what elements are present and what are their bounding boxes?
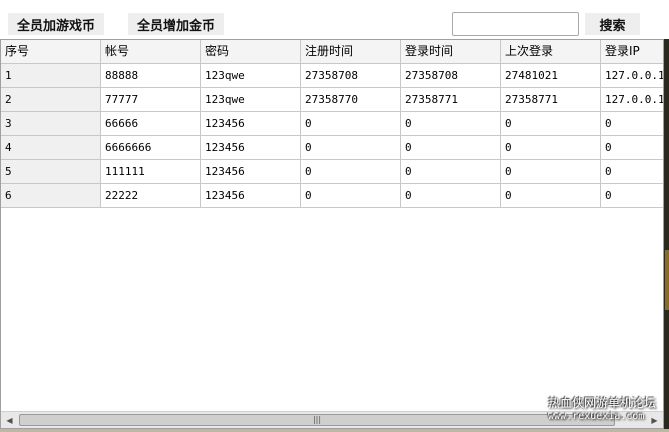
column-header-login-ip[interactable]: 登录IP xyxy=(601,40,663,64)
account-table: 序号 帐号 密码 注册时间 登录时间 上次登录 登录IP 1 88888 123qw… xyxy=(0,39,664,429)
row-index-cell[interactable]: 5 xyxy=(1,160,101,184)
table-cell[interactable]: 0 xyxy=(501,112,601,136)
table-cell[interactable]: 123qwe xyxy=(201,64,301,88)
watermark-url: www.rexuexia.com xyxy=(548,411,645,422)
table-cell[interactable]: 88888 xyxy=(101,64,201,88)
table-cell[interactable]: 0 xyxy=(501,136,601,160)
table-cell[interactable]: 127.0.0.1 xyxy=(601,64,663,88)
add-game-coin-button[interactable]: 全员加游戏币 xyxy=(8,13,104,35)
row-index-cell[interactable]: 4 xyxy=(1,136,101,160)
background-edge xyxy=(664,39,669,432)
table-cell[interactable]: 27358708 xyxy=(401,64,501,88)
table-cell[interactable]: 0 xyxy=(501,160,601,184)
table-cell[interactable]: 0 xyxy=(301,136,401,160)
toolbar: 全员加游戏币 全员增加金币 搜索 xyxy=(0,0,669,40)
row-index-cell[interactable]: 2 xyxy=(1,88,101,112)
add-gold-button[interactable]: 全员增加金币 xyxy=(128,13,224,35)
table-cell[interactable]: 127.0.0.1 xyxy=(601,88,663,112)
table-cell[interactable]: 0 xyxy=(401,112,501,136)
row-index-cell[interactable]: 3 xyxy=(1,112,101,136)
table-cell[interactable]: 6666666 xyxy=(101,136,201,160)
table-cell[interactable]: 27358770 xyxy=(301,88,401,112)
column-header-password[interactable]: 密码 xyxy=(201,40,301,64)
table-cell[interactable]: 0 xyxy=(401,160,501,184)
table-cell[interactable]: 77777 xyxy=(101,88,201,112)
table-row[interactable]: 5 111111 123456 0 0 0 0 xyxy=(1,160,663,184)
table-cell[interactable]: 0 xyxy=(501,184,601,208)
row-index-cell[interactable]: 1 xyxy=(1,64,101,88)
table-cell[interactable]: 66666 xyxy=(101,112,201,136)
table-cell[interactable]: 0 xyxy=(401,184,501,208)
table-cell[interactable]: 123qwe xyxy=(201,88,301,112)
table-cell[interactable]: 0 xyxy=(601,184,663,208)
column-header-last-login[interactable]: 上次登录 xyxy=(501,40,601,64)
table-cell[interactable]: 27358708 xyxy=(301,64,401,88)
table-cell[interactable]: 0 xyxy=(401,136,501,160)
table-cell[interactable]: 0 xyxy=(601,112,663,136)
table-row[interactable]: 6 22222 123456 0 0 0 0 xyxy=(1,184,663,208)
table-cell[interactable]: 0 xyxy=(301,160,401,184)
table-row[interactable]: 1 88888 123qwe 27358708 27358708 27481021 127.… xyxy=(1,64,663,88)
table-row[interactable]: 4 6666666 123456 0 0 0 0 xyxy=(1,136,663,160)
table-cell[interactable]: 123456 xyxy=(201,112,301,136)
table-header-row: 序号 帐号 密码 注册时间 登录时间 上次登录 登录IP xyxy=(1,40,663,64)
table-cell[interactable]: 0 xyxy=(601,136,663,160)
table-grid: 序号 帐号 密码 注册时间 登录时间 上次登录 登录IP 1 88888 123qw… xyxy=(1,40,663,410)
search-input[interactable] xyxy=(452,12,579,36)
search-button[interactable]: 搜索 xyxy=(585,13,640,35)
table-row[interactable]: 3 66666 123456 0 0 0 0 xyxy=(1,112,663,136)
column-header-account[interactable]: 帐号 xyxy=(101,40,201,64)
table-body: 1 88888 123qwe 27358708 27358708 27481021 127.… xyxy=(1,64,663,208)
row-index-cell[interactable]: 6 xyxy=(1,184,101,208)
scroll-left-icon[interactable]: ◀ xyxy=(1,412,18,428)
table-cell[interactable]: 0 xyxy=(601,160,663,184)
table-cell[interactable]: 27358771 xyxy=(401,88,501,112)
scrollbar-thumb[interactable]: ||| xyxy=(19,414,615,426)
grip-icon: ||| xyxy=(312,415,322,424)
table-cell[interactable]: 0 xyxy=(301,184,401,208)
table-cell[interactable]: 0 xyxy=(301,112,401,136)
column-header-register-time[interactable]: 注册时间 xyxy=(301,40,401,64)
table-row[interactable]: 2 77777 123qwe 27358770 27358771 27358771 127.… xyxy=(1,88,663,112)
table-cell[interactable]: 27358771 xyxy=(501,88,601,112)
table-cell[interactable]: 123456 xyxy=(201,160,301,184)
table-cell[interactable]: 123456 xyxy=(201,136,301,160)
background-mark xyxy=(665,250,669,310)
column-header-index[interactable]: 序号 xyxy=(1,40,101,64)
table-cell[interactable]: 27481021 xyxy=(501,64,601,88)
table-cell[interactable]: 22222 xyxy=(101,184,201,208)
watermark-text: 热血侠网游单机论坛 xyxy=(548,396,657,410)
watermark: 热血侠网游单机论坛 www.rexuexia.com xyxy=(548,396,666,428)
column-header-login-time[interactable]: 登录时间 xyxy=(401,40,501,64)
table-cell[interactable]: 111111 xyxy=(101,160,201,184)
table-cell[interactable]: 123456 xyxy=(201,184,301,208)
